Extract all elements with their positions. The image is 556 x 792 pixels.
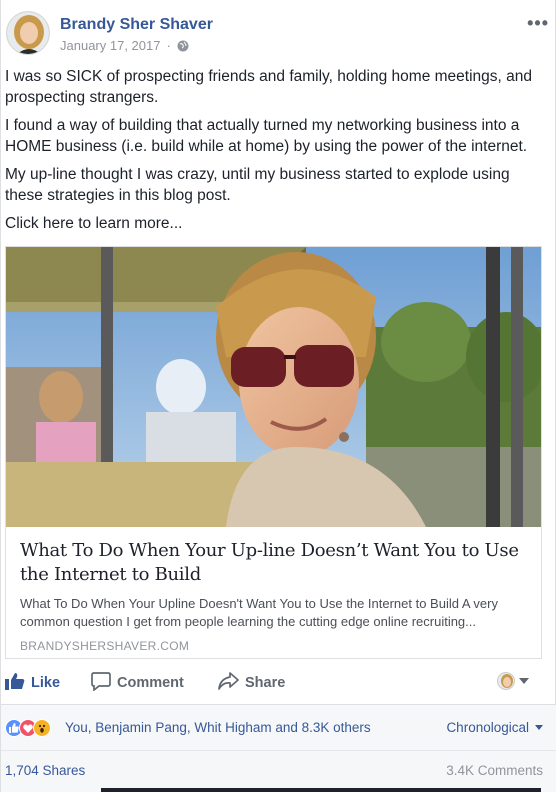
comment-label: Comment xyxy=(117,675,184,691)
link-preview-card[interactable]: What To Do When Your Up-line Doesn’t Wan… xyxy=(5,246,542,659)
chevron-down-icon xyxy=(535,725,543,730)
author-name[interactable]: Brandy Sher Shaver xyxy=(60,16,213,34)
meta-separator: · xyxy=(166,38,171,53)
counts-bar: 1,704 Shares 3.4K Comments xyxy=(1,750,556,792)
comments-count[interactable]: 3.4K Comments xyxy=(446,763,543,778)
post-meta: January 17, 2017 · xyxy=(60,38,189,53)
post-actions: Like Comment Share xyxy=(1,664,556,702)
post-paragraph: I was so SICK of prospecting friends and… xyxy=(5,68,532,106)
comment-button[interactable]: Comment xyxy=(91,671,184,695)
share-button[interactable]: Share xyxy=(218,672,285,694)
reactions-summary[interactable]: You, Benjamin Pang, Whit Higham and 8.3K… xyxy=(65,720,371,735)
reactions-bar: You, Benjamin Pang, Whit Higham and 8.3K… xyxy=(1,704,556,750)
learn-more-link[interactable]: Click here to learn more... xyxy=(5,213,550,234)
like-label: Like xyxy=(31,675,61,691)
reaction-icons[interactable] xyxy=(5,719,51,737)
like-button[interactable]: Like xyxy=(5,672,60,694)
post-as-selector[interactable] xyxy=(497,672,529,690)
viewer-avatar xyxy=(497,672,515,690)
author-avatar[interactable] xyxy=(6,11,50,55)
more-options-button[interactable]: ••• xyxy=(527,13,549,34)
post-header: Brandy Sher Shaver January 17, 2017 · ••… xyxy=(6,11,551,61)
post-body: I was so SICK of prospecting friends and… xyxy=(5,66,550,241)
share-label: Share xyxy=(245,675,286,691)
link-title[interactable]: What To Do When Your Up-line Doesn’t Wan… xyxy=(20,539,527,587)
globe-icon[interactable] xyxy=(177,40,189,52)
post-date[interactable]: January 17, 2017 xyxy=(60,38,160,53)
chevron-down-icon xyxy=(519,678,529,684)
wow-reaction-icon xyxy=(33,719,51,737)
comment-order-selector[interactable]: Chronological xyxy=(446,720,543,735)
link-domain: BRANDYSHERSHAVER.COM xyxy=(20,639,190,653)
thumbs-up-icon xyxy=(5,672,25,694)
comment-order-label: Chronological xyxy=(446,720,529,735)
comment-icon xyxy=(91,671,111,695)
divider xyxy=(101,788,541,792)
shares-count[interactable]: 1,704 Shares xyxy=(5,763,85,778)
post-paragraph: My up-line thought I was crazy, until my… xyxy=(5,166,510,204)
link-preview-image[interactable] xyxy=(6,247,541,527)
link-preview-body: What To Do When Your Up-line Doesn’t Wan… xyxy=(6,527,541,658)
share-icon xyxy=(218,672,239,694)
post-paragraph: I found a way of building that actually … xyxy=(5,117,528,155)
post-card: Brandy Sher Shaver January 17, 2017 · ••… xyxy=(0,0,556,792)
link-description: What To Do When Your Upline Doesn't Want… xyxy=(20,596,498,629)
